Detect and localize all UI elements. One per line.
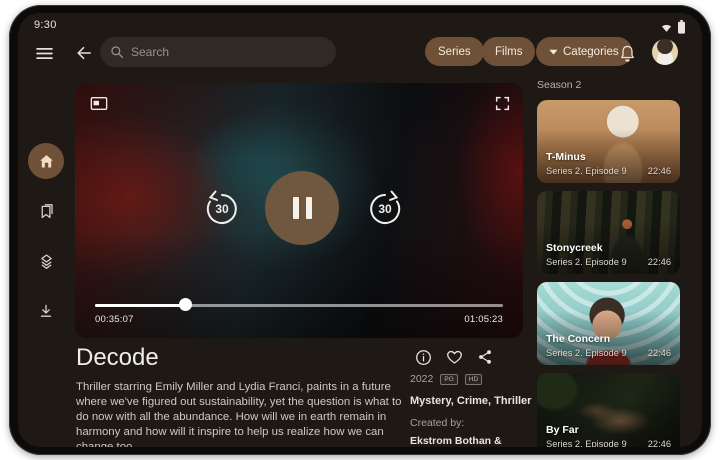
episode-duration: 22:46 (648, 348, 671, 358)
rail-item-bookmarks[interactable] (28, 193, 64, 229)
episode-title: The Concern (546, 333, 610, 345)
nav-rail (18, 143, 74, 337)
tablet-mockup: 9:30 Series (0, 0, 720, 460)
fullscreen-icon (495, 96, 510, 111)
hamburger-icon (36, 47, 53, 60)
progress-fill (95, 304, 185, 308)
total-time: 01:05:23 (464, 314, 503, 325)
episode-card-stonycreek[interactable]: Stonycreek Series 2. Episode 9 22:46 (537, 191, 680, 274)
episode-subtitle: Series 2. Episode 9 (546, 348, 627, 358)
replay-30-icon: 30 (202, 188, 242, 228)
episode-subtitle: Series 2. Episode 9 (546, 166, 627, 176)
menu-button[interactable] (32, 41, 56, 65)
favorite-button[interactable] (445, 348, 463, 366)
rail-item-downloads[interactable] (28, 293, 64, 329)
episode-title: By Far (546, 424, 579, 436)
info-button[interactable] (414, 348, 432, 366)
picture-in-picture-button[interactable] (89, 94, 109, 112)
rating-badge: PG (440, 374, 457, 385)
stacks-icon (38, 253, 55, 270)
chip-series[interactable]: Series (425, 37, 484, 66)
home-icon (38, 153, 55, 170)
play-pause-button[interactable] (265, 171, 339, 245)
episode-card-by-far[interactable]: By Far Series 2. Episode 9 22:46 (537, 373, 680, 447)
metadata-column: 2022 PG HD Mystery, Crime, Thriller Crea… (410, 373, 550, 447)
seek-thumb[interactable] (179, 298, 192, 311)
genres-text: Mystery, Crime, Thriller (410, 395, 550, 407)
episode-card-the-concern[interactable]: The Concern Series 2. Episode 9 22:46 (537, 282, 680, 365)
svg-text:30: 30 (215, 202, 229, 216)
pause-icon (293, 197, 312, 219)
episode-title: T-Minus (546, 151, 586, 163)
chevron-down-icon (549, 49, 558, 55)
search-bar[interactable] (100, 37, 336, 67)
video-player[interactable]: 30 30 (75, 83, 523, 338)
rail-item-home[interactable] (28, 143, 64, 179)
release-year: 2022 (410, 373, 433, 385)
season-header: Season 2 (537, 79, 581, 91)
episode-subtitle: Series 2. Episode 9 (546, 257, 627, 267)
episode-duration: 22:46 (648, 257, 671, 267)
arrow-back-icon (76, 45, 92, 61)
user-avatar[interactable] (652, 39, 678, 65)
bookmarks-icon (38, 203, 55, 220)
chip-films[interactable]: Films (482, 37, 535, 66)
episode-card-t-minus[interactable]: T-Minus Series 2. Episode 9 22:46 (537, 100, 680, 183)
episode-duration: 22:46 (648, 166, 671, 176)
page-title: Decode (76, 344, 159, 372)
search-input[interactable] (131, 45, 301, 59)
back-button[interactable] (72, 41, 96, 65)
status-icons (660, 20, 686, 34)
episode-duration: 22:46 (648, 439, 671, 447)
description-text: Thriller starring Emily Miller and Lydia… (76, 380, 410, 447)
app-screen: 9:30 Series (18, 13, 702, 447)
download-icon (38, 303, 54, 319)
fullscreen-button[interactable] (493, 94, 511, 112)
notifications-button[interactable] (616, 42, 638, 64)
chip-categories-label: Categories (563, 46, 619, 58)
episode-title: Stonycreek (546, 242, 603, 254)
quality-badge: HD (465, 374, 482, 385)
rail-item-stacks[interactable] (28, 243, 64, 279)
notifications-icon (619, 44, 636, 62)
chip-series-label: Series (438, 46, 471, 58)
episode-subtitle: Series 2. Episode 9 (546, 439, 627, 447)
chip-films-label: Films (495, 46, 522, 58)
search-icon (110, 45, 124, 59)
svg-text:30: 30 (378, 202, 392, 216)
action-buttons (414, 348, 494, 366)
picture-in-picture-icon (90, 96, 108, 111)
created-by-label: Created by: (410, 417, 550, 429)
wifi-icon (660, 21, 673, 34)
skip-back-30-button[interactable]: 30 (200, 186, 244, 230)
time-row: 00:35:07 01:05:23 (95, 314, 503, 325)
share-button[interactable] (476, 348, 494, 366)
seek-bar[interactable] (95, 301, 503, 309)
status-time: 9:30 (34, 19, 57, 31)
creators-text: Ekstrom Bothan & Gabriela Suárez (410, 434, 550, 447)
forward-30-icon: 30 (365, 188, 405, 228)
skip-forward-30-button[interactable]: 30 (363, 186, 407, 230)
battery-icon (677, 20, 686, 34)
current-time: 00:35:07 (95, 314, 134, 325)
